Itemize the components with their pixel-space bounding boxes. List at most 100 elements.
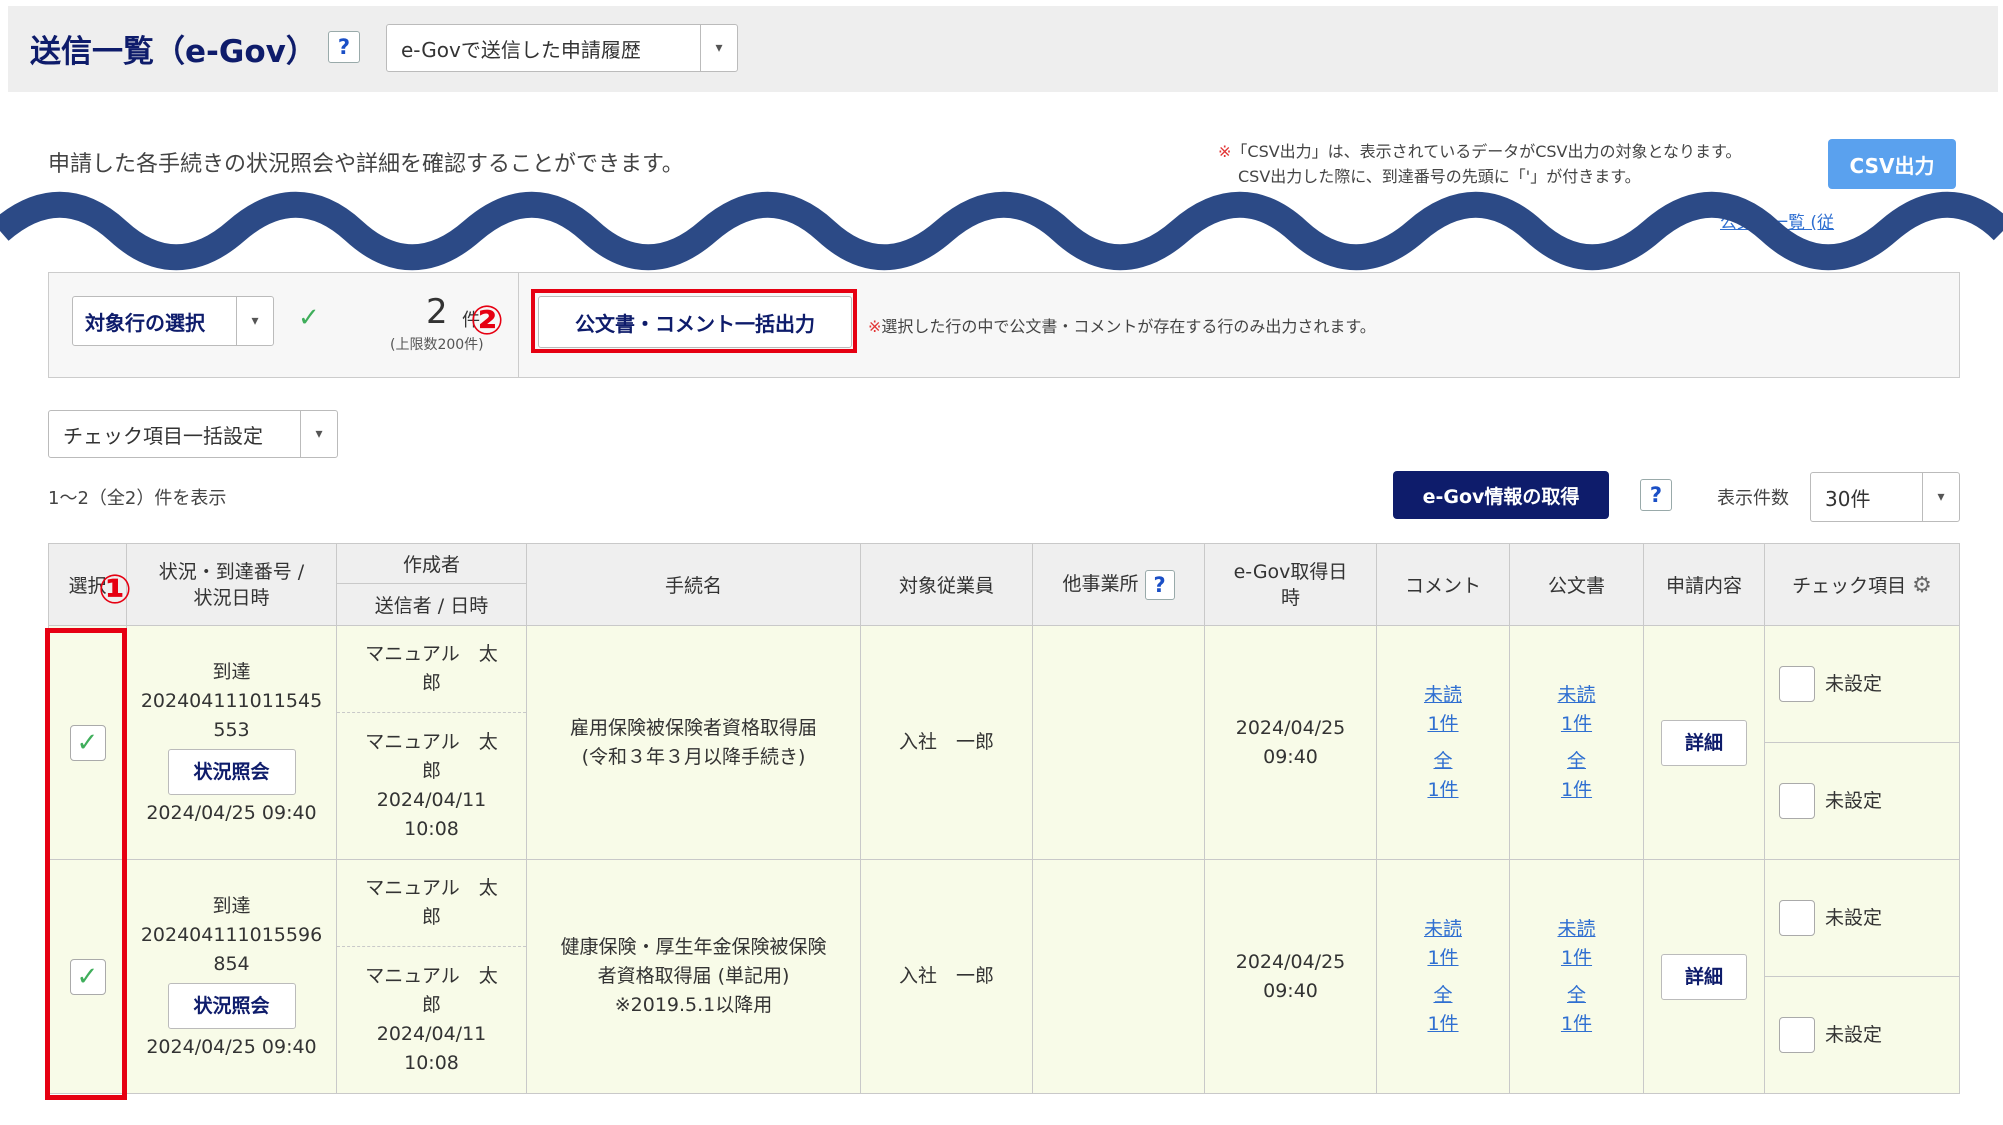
header-official-doc: 公文書	[1509, 543, 1644, 626]
per-page-value: 30件	[1825, 486, 1871, 511]
comment-all-link[interactable]: 全	[1433, 984, 1452, 1006]
comment-unread-count-link[interactable]: 1件	[1427, 713, 1458, 735]
check-item-checkbox[interactable]	[1779, 1017, 1815, 1053]
procedure-cell: 雇用保険被保険者資格取得届 (令和３年３月以降手続き)	[526, 625, 861, 860]
status-inquiry-button[interactable]: 状況照会	[167, 982, 296, 1029]
check-item-checkbox[interactable]	[1779, 900, 1815, 936]
status-cell: 到達 202404111015596 854 状況照会 2024/04/25 0…	[126, 859, 337, 1094]
egov-date-cell: 2024/04/25 09:40	[1204, 859, 1377, 1094]
official-doc-cell: 未読 1件 全 1件	[1509, 625, 1644, 860]
help-button[interactable]: ?	[328, 31, 360, 63]
doc-all-link[interactable]: 全	[1567, 984, 1586, 1006]
chevron-down-icon: ▾	[1922, 473, 1959, 521]
status-text: 到達	[212, 660, 251, 683]
help-button[interactable]: ?	[1640, 479, 1672, 511]
sender-time: 10:08	[404, 1052, 459, 1074]
help-button[interactable]: ?	[1144, 569, 1175, 600]
sender-time: 10:08	[404, 818, 459, 840]
status-datetime: 2024/04/25 09:40	[146, 801, 317, 824]
wave-divider	[0, 191, 2003, 271]
egov-date: 2024/04/25	[1235, 950, 1346, 973]
detail-button[interactable]: 詳細	[1661, 719, 1747, 766]
selected-count: 2	[426, 292, 448, 332]
doc-unread-count-link[interactable]: 1件	[1561, 947, 1592, 969]
marker-1: ①	[98, 567, 132, 613]
check-item-label: 未設定	[1825, 789, 1883, 812]
header-procedure: 手続名	[526, 543, 861, 626]
doc-unread-count-link[interactable]: 1件	[1561, 713, 1592, 735]
employee-cell: 入社 一郎	[860, 859, 1033, 1094]
comment-unread-link[interactable]: 未読	[1424, 918, 1462, 940]
check-item: 未設定	[1765, 976, 1959, 1093]
comment-all-link[interactable]: 全	[1433, 750, 1452, 772]
creator-sender-cell: マニュアル 太 郎 マニュアル 太 郎 2024/04/11 10:08	[336, 859, 527, 1094]
bulk-export-button[interactable]: 公文書・コメント一括出力	[538, 296, 852, 348]
page-title: 送信一覧（e-Gov）	[30, 34, 317, 70]
egov-time: 09:40	[1263, 745, 1318, 768]
header-check-items: チェック項目 ⚙	[1764, 543, 1960, 626]
egov-fetch-button[interactable]: e-Gov情報の取得	[1393, 471, 1609, 519]
check-item: 未設定	[1765, 742, 1959, 859]
procedure-name: 健康保険・厚生年金保険被保険	[560, 936, 827, 958]
history-select-value: e-Govで送信した申請履歴	[401, 37, 641, 62]
arrival-number-cont: 553	[213, 718, 250, 741]
table-row: 到達 202404111011545 553 状況照会 2024/04/25 0…	[48, 625, 1960, 860]
check-item-checkbox[interactable]	[1779, 666, 1815, 702]
check-item-label: 未設定	[1825, 672, 1883, 695]
history-select[interactable]: e-Govで送信した申請履歴 ▾	[386, 24, 738, 72]
header-other-office: 他事業所 ?	[1032, 543, 1205, 626]
status-inquiry-button[interactable]: 状況照会	[167, 748, 296, 795]
per-page-label: 表示件数	[1717, 488, 1789, 509]
check-bulk-select-label: チェック項目一括設定	[63, 423, 263, 448]
gear-icon[interactable]: ⚙	[1912, 573, 1932, 598]
table-row: 到達 202404111015596 854 状況照会 2024/04/25 0…	[48, 859, 1960, 1094]
divider	[518, 273, 519, 377]
official-doc-cell: 未読 1件 全 1件	[1509, 859, 1644, 1094]
doc-unread-link[interactable]: 未読	[1557, 918, 1595, 940]
help-icon: ?	[1153, 572, 1166, 597]
comment-unread-link[interactable]: 未読	[1424, 684, 1462, 706]
other-office-cell	[1032, 625, 1205, 860]
per-page-select[interactable]: 30件 ▾	[1810, 472, 1960, 522]
result-range: 1〜2（全2）件を表示	[48, 488, 227, 509]
chevron-down-icon: ▾	[236, 297, 273, 345]
arrival-number: 202404111015596	[140, 923, 323, 946]
comment-all-count-link[interactable]: 1件	[1427, 1013, 1458, 1035]
other-office-cell	[1032, 859, 1205, 1094]
submission-table: 選択 状況・到達番号 / 状況日時 作成者 手続名 対象従業員 他事業所 ? e…	[48, 543, 1960, 1094]
sender-date: 2024/04/11	[376, 789, 487, 811]
check-item-checkbox[interactable]	[1779, 783, 1815, 819]
comment-cell: 未読 1件 全 1件	[1376, 859, 1510, 1094]
header-egov-date: e-Gov取得日 時	[1204, 543, 1377, 626]
creator-name: マニュアル 太	[365, 643, 498, 665]
help-icon: ?	[1649, 483, 1663, 507]
sender-name: マニュアル 太	[365, 965, 498, 987]
header-application: 申請内容	[1643, 543, 1765, 626]
target-row-select[interactable]: 対象行の選択 ▾	[72, 296, 274, 346]
doc-unread-link[interactable]: 未読	[1557, 684, 1595, 706]
chevron-down-icon: ▾	[300, 411, 337, 457]
procedure-name-cont: 者資格取得届 (単記用)	[597, 965, 790, 987]
doc-all-link[interactable]: 全	[1567, 750, 1586, 772]
check-item-label: 未設定	[1825, 906, 1883, 929]
doc-all-count-link[interactable]: 1件	[1561, 1013, 1592, 1035]
csv-note-line1: ※「CSV出力」は、表示されているデータがCSV出力の対象となります。	[1218, 142, 1742, 161]
comment-all-count-link[interactable]: 1件	[1427, 779, 1458, 801]
comment-unread-count-link[interactable]: 1件	[1427, 947, 1458, 969]
check-item: 未設定	[1765, 860, 1959, 976]
page-description: 申請した各手続きの状況照会や詳細を確認することができます。	[48, 152, 684, 177]
status-datetime: 2024/04/25 09:40	[146, 1035, 317, 1058]
egov-date-cell: 2024/04/25 09:40	[1204, 625, 1377, 860]
select-column-highlight	[45, 628, 127, 1100]
chevron-down-icon: ▾	[700, 25, 737, 71]
header-creator: 作成者	[336, 543, 527, 584]
procedure-note: ※2019.5.1以降用	[614, 994, 773, 1016]
check-items-cell: 未設定 未設定	[1764, 859, 1960, 1094]
check-bulk-select[interactable]: チェック項目一括設定 ▾	[48, 410, 338, 458]
detail-button[interactable]: 詳細	[1661, 953, 1747, 1000]
status-text: 到達	[212, 894, 251, 917]
target-row-select-label: 対象行の選択	[85, 310, 205, 335]
bulk-export-note: ※選択した行の中で公文書・コメントが存在する行のみ出力されます。	[868, 317, 1376, 336]
creator-name-cont: 郎	[421, 672, 441, 694]
doc-all-count-link[interactable]: 1件	[1561, 779, 1592, 801]
